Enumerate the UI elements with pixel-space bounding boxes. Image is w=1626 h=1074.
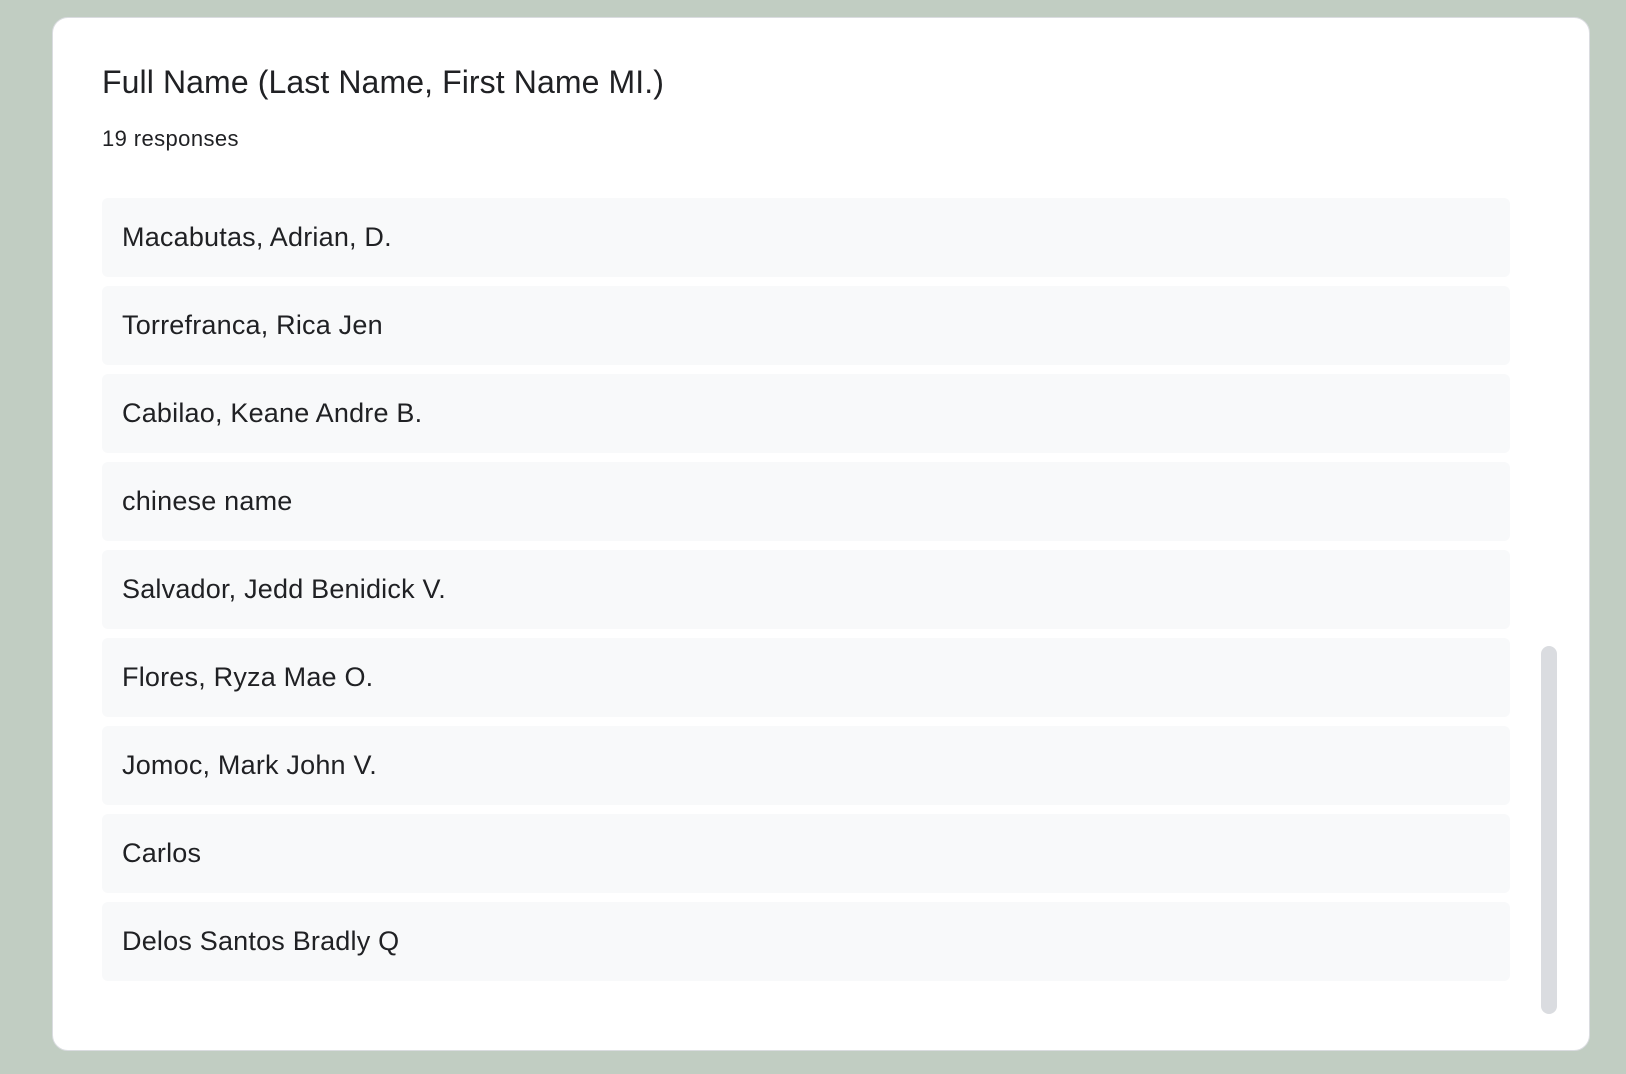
response-item: chinese name bbox=[102, 462, 1510, 541]
response-item: Flores, Ryza Mae O. bbox=[102, 638, 1510, 717]
response-item: Macabutas, Adrian, D. bbox=[102, 198, 1510, 277]
response-item: Salvador, Jedd Benidick V. bbox=[102, 550, 1510, 629]
scrollbar-thumb[interactable] bbox=[1541, 646, 1557, 1014]
response-count: 19 responses bbox=[102, 126, 239, 151]
response-item: Torrefranca, Rica Jen bbox=[102, 286, 1510, 365]
response-item: Jomoc, Mark John V. bbox=[102, 726, 1510, 805]
response-item: Carlos bbox=[102, 814, 1510, 893]
response-list-content: Macabutas, Adrian, D. Torrefranca, Rica J… bbox=[102, 196, 1510, 990]
response-item: Delos Santos Bradly Q bbox=[102, 902, 1510, 981]
response-card: Full Name (Last Name, First Name MI.) 19… bbox=[52, 17, 1590, 1051]
response-item: Cabilao, Keane Andre B. bbox=[102, 374, 1510, 453]
scrollbar[interactable] bbox=[1541, 196, 1557, 1014]
question-title: Full Name (Last Name, First Name MI.) bbox=[102, 64, 665, 100]
response-list[interactable]: Macabutas, Adrian, D. Torrefranca, Rica J… bbox=[102, 196, 1510, 1020]
